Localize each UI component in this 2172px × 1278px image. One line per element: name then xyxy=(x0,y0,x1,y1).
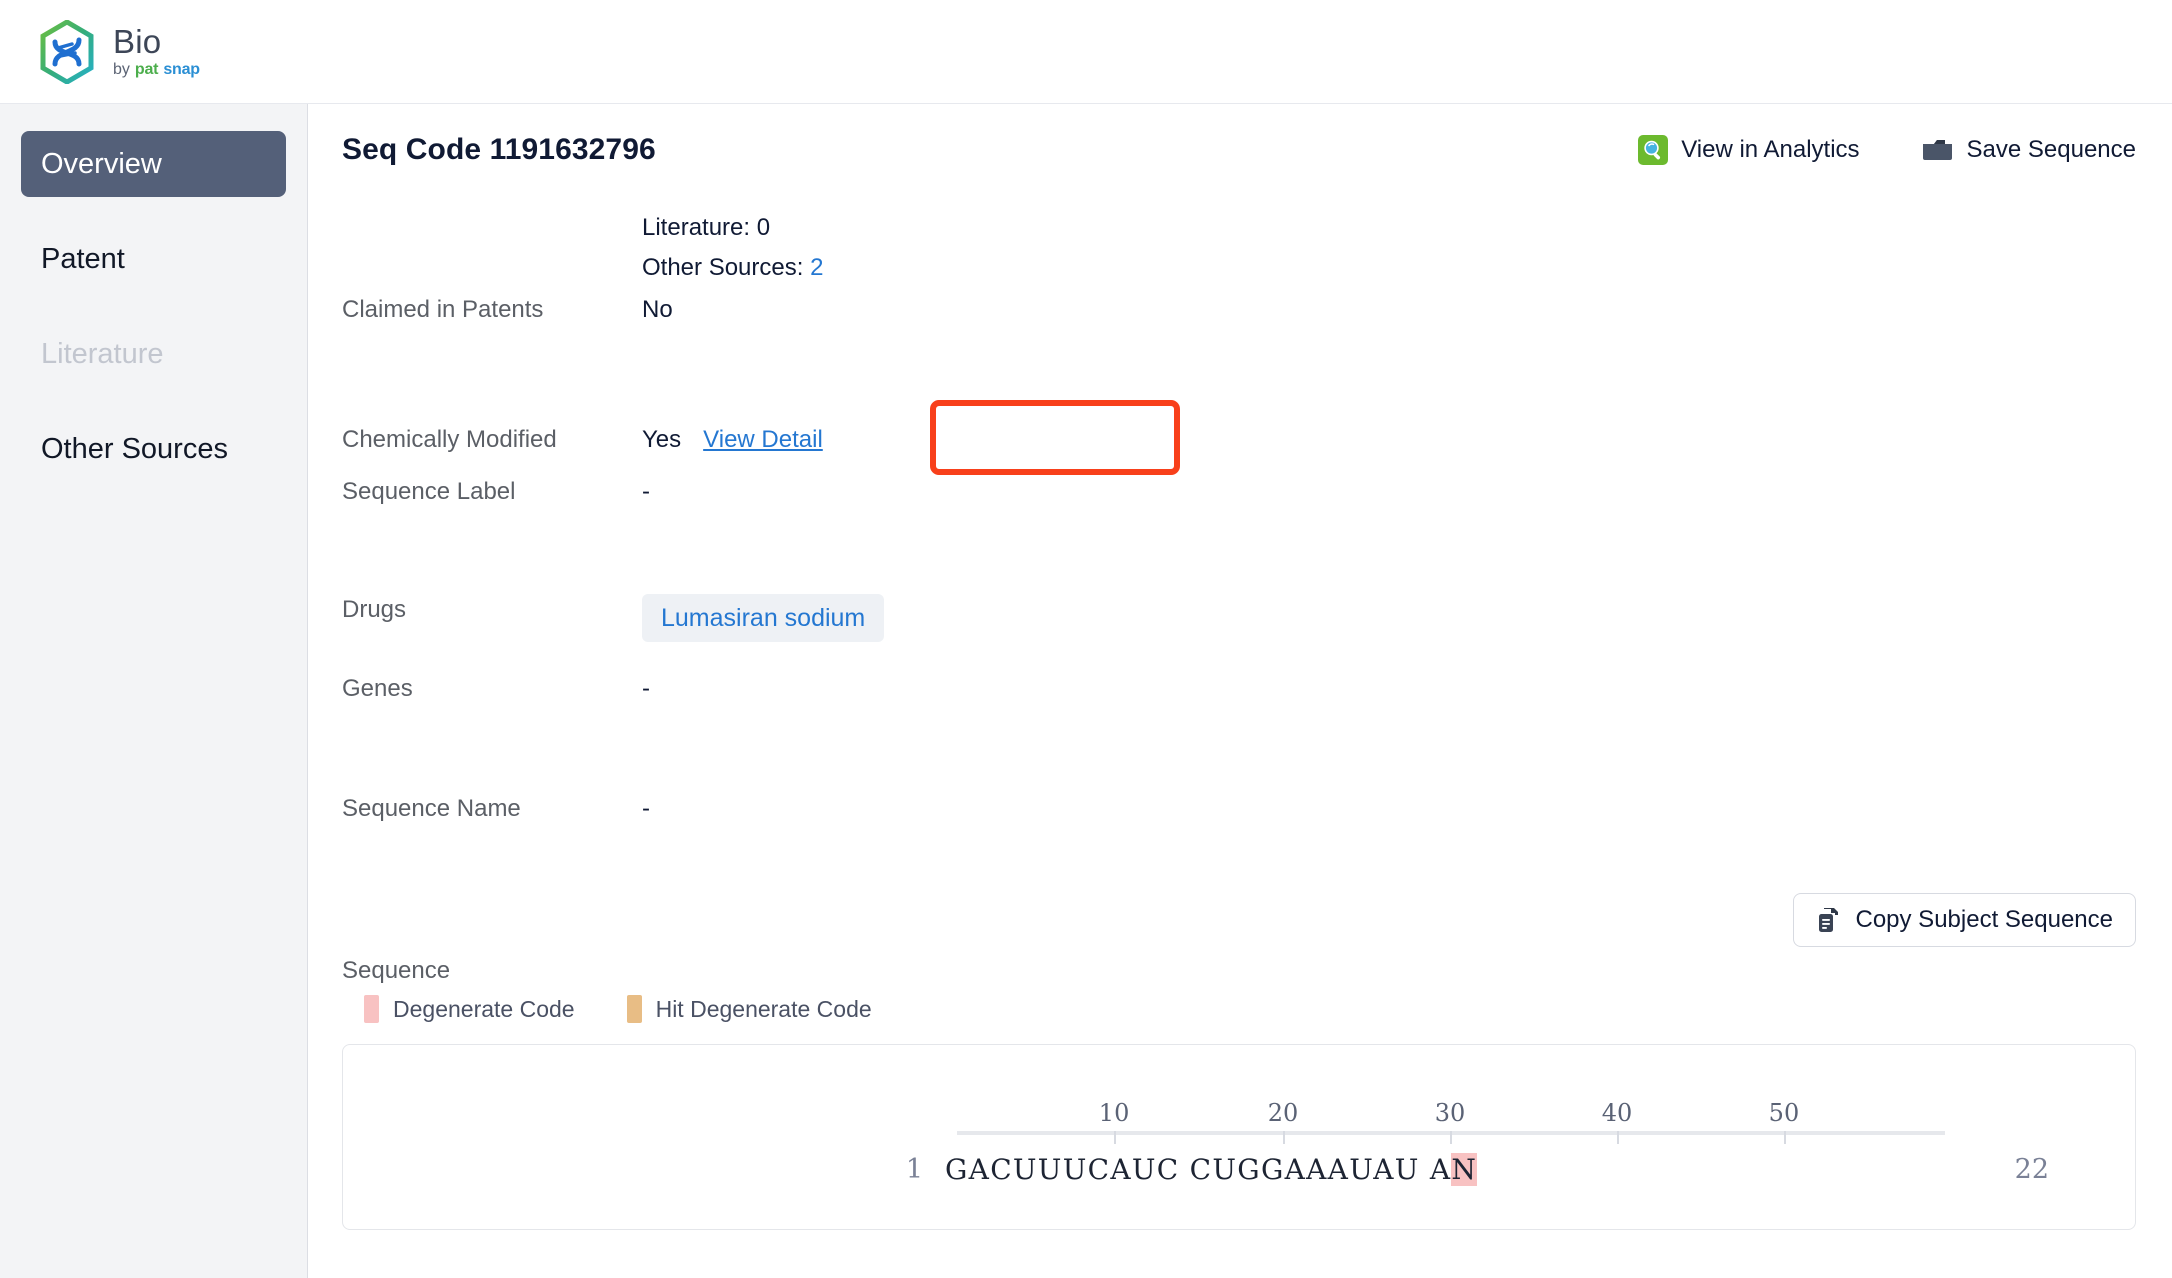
sequence-label-value: - xyxy=(642,478,650,505)
chemically-modified-value-group: Yes View Detail xyxy=(642,400,1180,475)
app-topbar: Bio by pat snap xyxy=(0,0,2172,104)
other-sources-count-value[interactable]: 2 xyxy=(810,254,823,281)
brand-snap-text: snap xyxy=(163,60,200,78)
claimed-in-patents-value: No xyxy=(642,296,673,323)
row-drugs: Drugs Lumasiran sodium xyxy=(308,594,2172,642)
ruler-tick-mark xyxy=(1783,1131,1786,1144)
copy-subject-sequence-label: Copy Subject Sequence xyxy=(1855,906,2113,933)
row-sequence-label: Sequence Label - xyxy=(308,476,2172,508)
sequence-residues[interactable]: GACUUUCAUC CUGGAAAUAU AN xyxy=(945,1153,1478,1186)
view-in-analytics-button[interactable]: View in Analytics xyxy=(1638,135,1860,165)
brand-logo-area[interactable]: Bio by pat snap xyxy=(38,19,200,84)
sequence-label-label: Sequence Label xyxy=(342,478,516,505)
dna-hexagon-logo-icon xyxy=(38,19,96,84)
annotation-highlight-box xyxy=(930,400,1180,475)
save-sequence-label: Save Sequence xyxy=(1966,136,2136,163)
overview-content: Literature: 0 Other Sources: 2 Claimed i… xyxy=(308,196,2172,1278)
brand-by-text: by xyxy=(113,60,130,78)
app-shell: Overview Patent Literature Other Sources… xyxy=(0,104,2172,1278)
other-sources-count: Other Sources: 2 xyxy=(642,248,823,288)
sidebar-item-other-sources[interactable]: Other Sources xyxy=(21,416,286,482)
claimed-in-patents-label: Claimed in Patents xyxy=(342,296,544,323)
sidebar-item-label: Literature xyxy=(41,337,164,370)
view-in-analytics-label: View in Analytics xyxy=(1681,136,1860,163)
source-counts: Literature: 0 Other Sources: 2 xyxy=(642,208,823,288)
page-title: Seq Code 1191632796 xyxy=(342,133,656,166)
sequence-section: Copy Subject Sequence Sequence Degenerat… xyxy=(308,893,2172,1230)
ruler-tick-label: 10 xyxy=(1098,1099,1130,1127)
sidebar-item-label: Other Sources xyxy=(41,432,228,465)
view-detail-link[interactable]: View Detail xyxy=(703,424,823,456)
sequence-legend: Degenerate Code Hit Degenerate Code xyxy=(364,995,2136,1023)
sequence-start-position: 1 xyxy=(905,1154,923,1185)
sequence-end-position: 22 xyxy=(2014,1154,2049,1185)
row-chemically-modified: Chemically Modified Yes View Detail xyxy=(308,400,2172,475)
legend-swatch-degenerate-icon xyxy=(364,995,379,1023)
sequence-label-row: Sequence xyxy=(342,955,2136,987)
sidebar-item-label: Overview xyxy=(41,147,162,180)
ruler-tick-mark xyxy=(1450,1131,1452,1144)
sidebar-item-literature: Literature xyxy=(21,321,286,387)
legend-degenerate-code: Degenerate Code xyxy=(364,995,575,1023)
sidebar-item-patent[interactable]: Patent xyxy=(21,226,286,292)
copy-icon xyxy=(1816,907,1841,934)
sidebar-nav: Overview Patent Literature Other Sources xyxy=(0,104,308,1278)
chemically-modified-label: Chemically Modified xyxy=(342,426,557,453)
ruler-tick-mark xyxy=(1283,1131,1286,1144)
brand-title: Bio xyxy=(113,22,162,60)
drugs-value: Lumasiran sodium xyxy=(642,594,885,642)
sequence-section-label: Sequence xyxy=(342,957,451,984)
sequence-viewer[interactable]: 10 20 30 40 50 1 GACUUUCAUC CUGGAAAUAU A xyxy=(342,1044,2136,1230)
analytics-search-icon xyxy=(1638,135,1669,165)
row-genes: Genes - xyxy=(308,673,2172,705)
sequence-ruler: 10 20 30 40 50 xyxy=(957,1099,1945,1144)
literature-count: Literature: 0 xyxy=(642,214,771,241)
sequence-row: 1 GACUUUCAUC CUGGAAAUAU AN 22 xyxy=(343,1153,2135,1186)
sequence-residues-plain: GACUUUCAUC CUGGAAAUAU A xyxy=(945,1153,1452,1186)
main-panel: Seq Code 1191632796 View in Analytics Sa… xyxy=(308,104,2172,1278)
chemically-modified-value: Yes xyxy=(642,426,682,453)
other-sources-count-label: Other Sources: xyxy=(642,254,804,281)
folder-icon xyxy=(1922,137,1954,163)
ruler-tick-label: 50 xyxy=(1768,1099,1800,1127)
legend-swatch-hit-degenerate-icon xyxy=(626,995,642,1023)
ruler-tick-mark xyxy=(1114,1131,1117,1144)
copy-subject-sequence-button[interactable]: Copy Subject Sequence xyxy=(1793,893,2136,947)
sidebar-item-overview[interactable]: Overview xyxy=(21,131,286,197)
ruler-tick-label: 30 xyxy=(1434,1099,1466,1127)
copy-button-row: Copy Subject Sequence xyxy=(342,893,2136,947)
drugs-label: Drugs xyxy=(342,596,407,623)
legend-degenerate-label: Degenerate Code xyxy=(393,995,575,1022)
save-sequence-button[interactable]: Save Sequence xyxy=(1922,136,2136,164)
row-sequence-name: Sequence Name - xyxy=(308,793,2172,825)
genes-label: Genes xyxy=(342,675,413,702)
drug-chip[interactable]: Lumasiran sodium xyxy=(642,594,885,642)
legend-hit-degenerate-code: Hit Degenerate Code xyxy=(626,995,872,1023)
sequence-residue-degenerate: N xyxy=(1451,1153,1478,1186)
genes-value: - xyxy=(642,675,650,702)
row-claimed-in-patents: Claimed in Patents No xyxy=(308,294,2172,326)
legend-hit-degenerate-label: Hit Degenerate Code xyxy=(655,995,872,1022)
ruler-tick-label: 40 xyxy=(1601,1099,1633,1127)
ruler-tick-label: 20 xyxy=(1267,1099,1299,1127)
header-actions: View in Analytics Save Sequence xyxy=(1638,135,2136,165)
sequence-name-label: Sequence Name xyxy=(342,795,521,822)
sequence-name-value: - xyxy=(642,795,650,822)
sidebar-item-label: Patent xyxy=(41,242,125,275)
ruler-tick-mark xyxy=(1616,1131,1619,1144)
brand-subtitle: by pat snap xyxy=(113,60,200,80)
brand-pat-text: pat xyxy=(134,60,159,78)
main-header: Seq Code 1191632796 View in Analytics Sa… xyxy=(308,104,2172,196)
